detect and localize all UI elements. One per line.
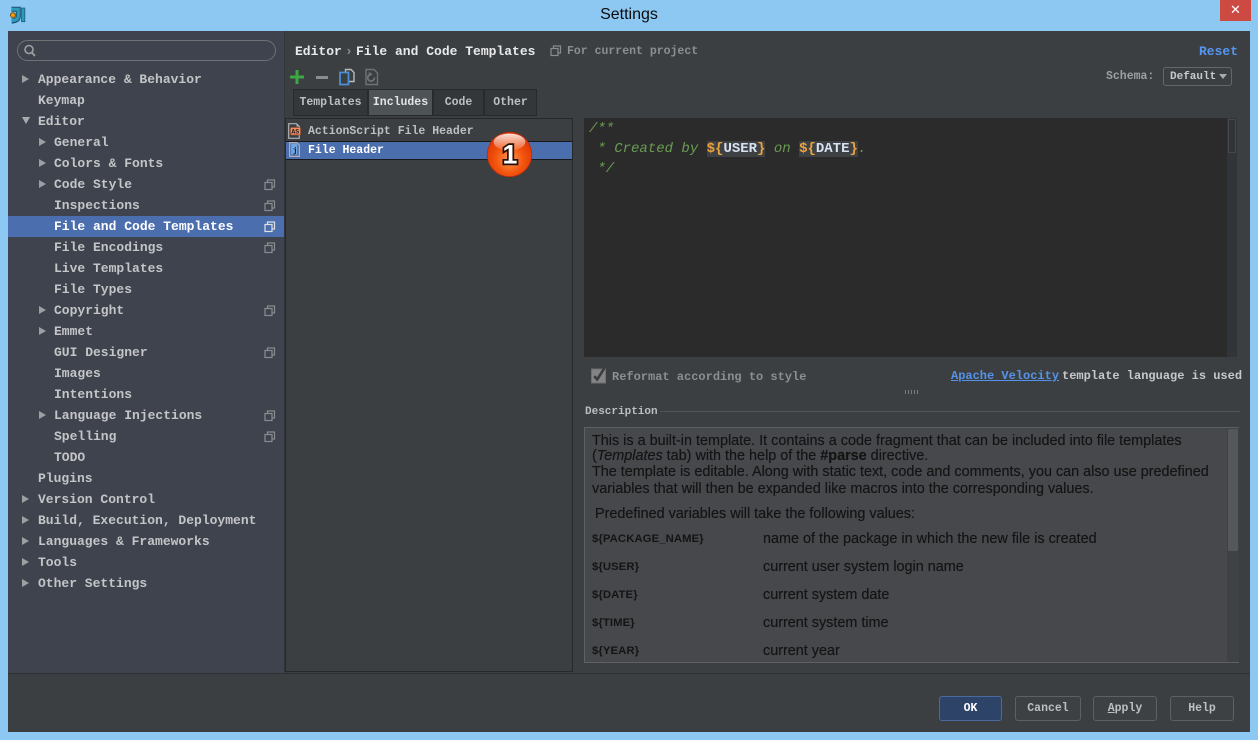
svg-text:1: 1 bbox=[503, 140, 518, 170]
svg-text:j: j bbox=[293, 147, 298, 156]
svg-text:AS: AS bbox=[291, 129, 299, 136]
